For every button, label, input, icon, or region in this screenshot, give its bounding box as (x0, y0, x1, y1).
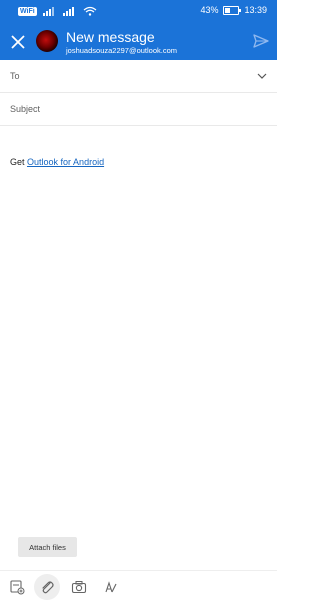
attach-file-icon[interactable] (4, 574, 30, 600)
battery-percent: 43% (200, 5, 219, 15)
clock: 13:39 (244, 5, 267, 15)
to-label: To (10, 71, 20, 81)
avatar[interactable] (36, 30, 58, 52)
camera-icon[interactable] (66, 574, 92, 600)
signal-icon-2 (62, 7, 74, 16)
signal-icon (42, 7, 54, 16)
message-body[interactable]: Get Outlook for Android (10, 157, 104, 167)
attach-files-button[interactable]: Attach files (18, 537, 77, 557)
paperclip-icon[interactable] (34, 574, 60, 600)
subject-label: Subject (10, 104, 41, 114)
wifi-icon (83, 6, 97, 16)
subject-field-row[interactable]: Subject (0, 93, 277, 126)
compose-toolbar (0, 570, 277, 601)
status-left: WiFi (18, 6, 97, 16)
status-bar: WiFi 43% 13:39 (0, 0, 277, 22)
compose-title: New message (66, 29, 155, 45)
chevron-down-icon[interactable] (257, 71, 267, 81)
to-field-row[interactable]: To (0, 60, 277, 93)
status-right: 43% 13:39 (200, 5, 267, 15)
paperclip-svg (42, 581, 54, 594)
to-input[interactable] (40, 60, 247, 92)
battery-icon (223, 5, 242, 15)
compose-header: WiFi 43% 13:39 New message joshuadsouza2… (0, 0, 277, 60)
battery-fill (225, 7, 231, 13)
close-icon[interactable] (9, 33, 27, 51)
outlook-link[interactable]: Outlook for Android (27, 157, 104, 167)
pen-svg (105, 581, 117, 593)
pen-icon[interactable] (98, 574, 124, 600)
camera-svg (71, 581, 87, 594)
send-icon[interactable] (253, 33, 269, 49)
wifi-badge: WiFi (18, 6, 37, 16)
body-prefix: Get (10, 157, 25, 167)
account-email[interactable]: joshuadsouza2297@outlook.com (66, 46, 177, 55)
subject-input[interactable] (55, 93, 247, 125)
attach-file-svg (10, 580, 25, 595)
